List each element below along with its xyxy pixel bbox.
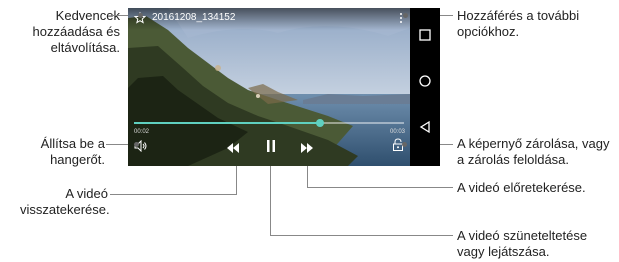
pause-icon[interactable] (266, 139, 276, 152)
callout-fast-forward: A videó előretekerése. (457, 180, 617, 196)
dot-more-options (403, 13, 408, 18)
video-frame[interactable]: 20161208_134152 00:02 00:03 (128, 8, 410, 166)
circle-nav-icon[interactable] (418, 74, 432, 88)
callout-pause-play-text: A videó szüneteltetése vagy lejátszása. (457, 228, 588, 259)
total-time: 00:03 (390, 129, 406, 135)
callout-lock: A képernyő zárolása, vagy a zárolás felo… (457, 136, 617, 168)
callout-rewind-text: A videó visszatekerése. (20, 186, 110, 217)
leader-rewind-h (110, 194, 237, 195)
callout-pause-play: A videó szüneteltetése vagy lejátszása. (457, 228, 617, 260)
navigation-bar (410, 8, 440, 166)
callout-favorites: Kedvencek hozzáadása és eltávolítása. (0, 8, 120, 56)
callout-more-options: Hozzáférés a további opciókhoz. (457, 8, 617, 40)
callout-lock-text: A képernyő zárolása, vagy a zárolás felo… (457, 136, 610, 167)
leader-ff-h (307, 187, 453, 188)
fast-forward-icon[interactable] (300, 140, 314, 153)
callout-more-options-text: Hozzáférés a további opciókhoz. (457, 8, 580, 39)
dot-volume (134, 142, 139, 147)
callout-volume-text: Állítsa be a hangerőt. (40, 136, 105, 167)
seek-bar[interactable] (134, 119, 404, 127)
phone-screen: 20161208_134152 00:02 00:03 (128, 8, 440, 166)
dot-lock (402, 142, 407, 147)
dot-favorites (138, 13, 143, 18)
callout-rewind: A videó visszatekerése. (20, 186, 110, 218)
rewind-icon[interactable] (226, 140, 240, 153)
square-nav-icon[interactable] (418, 28, 432, 42)
callout-favorites-text: Kedvencek hozzáadása és eltávolítása. (32, 8, 120, 55)
callout-volume: Állítsa be a hangerőt. (20, 136, 105, 168)
seek-progress (134, 122, 321, 124)
callout-fast-forward-text: A videó előretekerése. (457, 180, 586, 195)
elapsed-time: 00:02 (134, 129, 150, 135)
leader-pause-h (270, 235, 453, 236)
back-nav-icon[interactable] (418, 120, 432, 134)
video-title: 20161208_134152 (152, 12, 236, 23)
